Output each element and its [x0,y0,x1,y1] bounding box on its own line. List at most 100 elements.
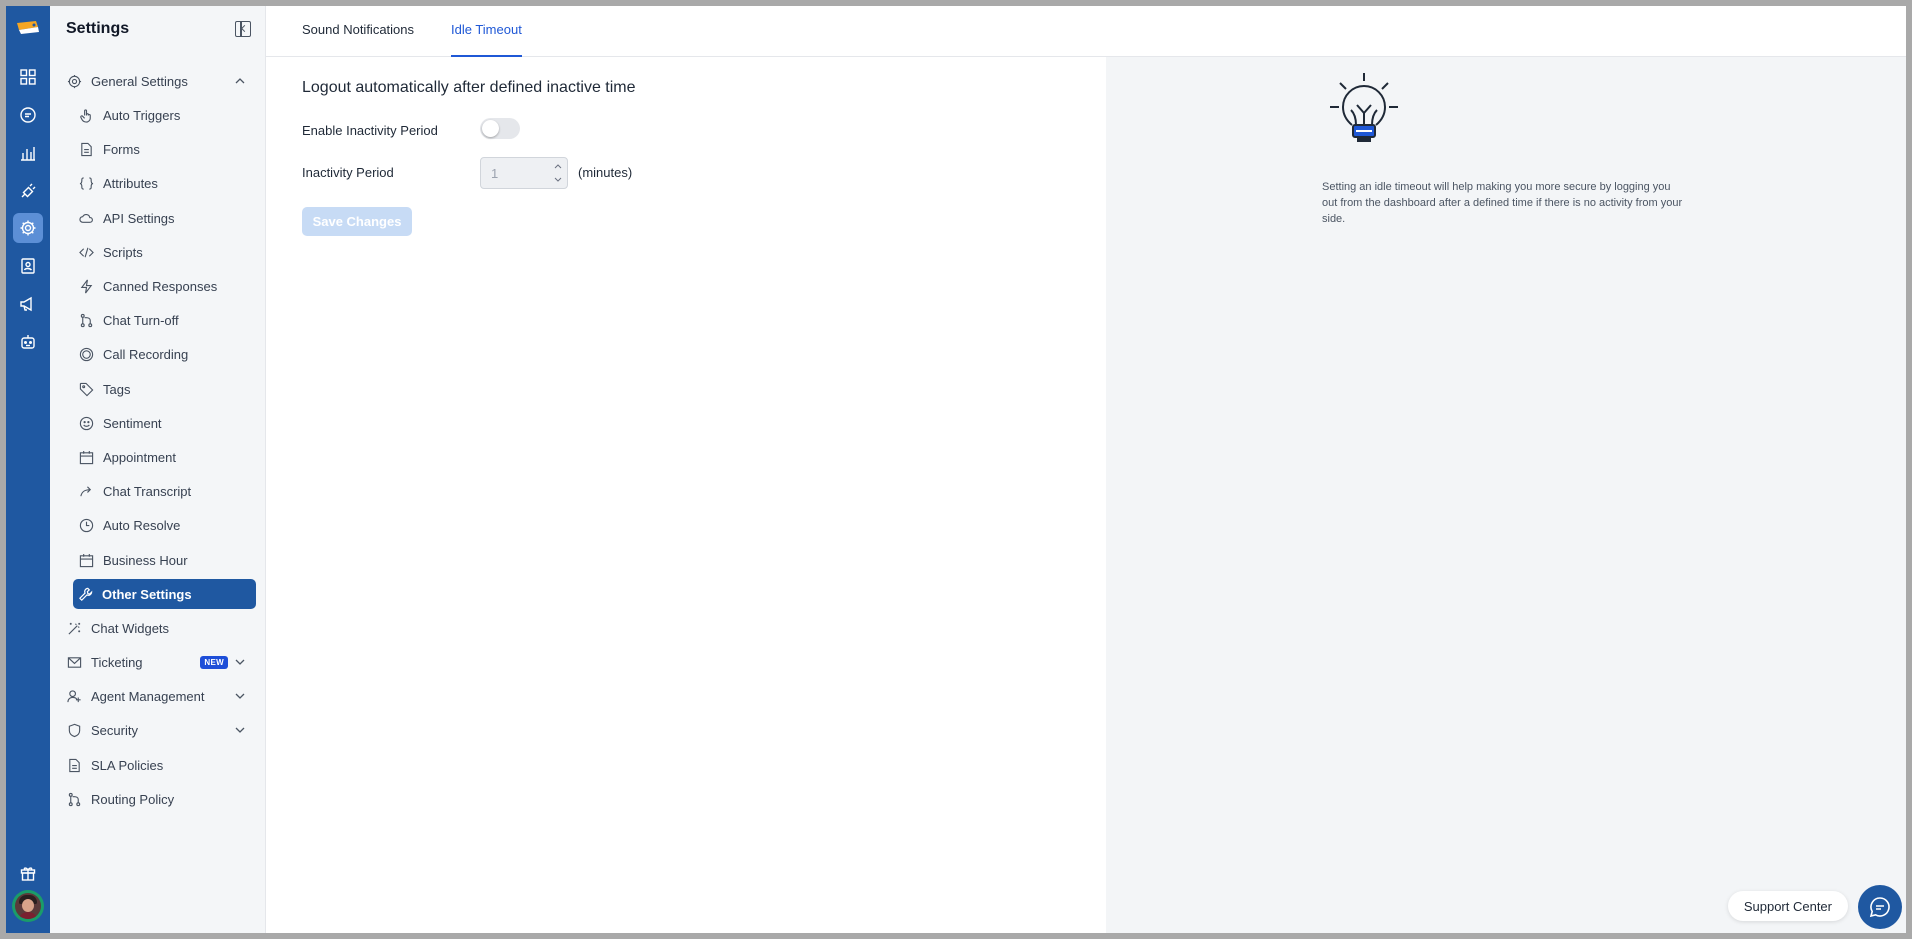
inactivity-period-value: 1 [491,166,499,181]
sidebar-item-label: Auto Triggers [103,107,181,123]
save-changes-button[interactable]: Save Changes [302,207,412,236]
sidebar-item-scripts[interactable]: Scripts [74,237,256,267]
sidebar-item-sla-policies[interactable]: SLA Policies [62,750,256,780]
share-arrow-icon [78,483,94,499]
gear-icon [66,73,82,89]
sidebar-item-general-settings[interactable]: General Settings [62,66,256,96]
sidebar-item-auto-resolve[interactable]: Auto Resolve [74,510,256,540]
sidebar-item-auto-triggers[interactable]: Auto Triggers [74,100,256,130]
sidebar-item-label: Call Recording [103,346,189,362]
bot-icon[interactable] [13,327,43,357]
campaign-megaphone-icon[interactable] [13,289,43,319]
sidebar-item-label: Security [91,722,138,738]
gift-icon[interactable] [13,858,43,888]
smile-icon [78,415,94,431]
tab-idle-timeout[interactable]: Idle Timeout [451,22,522,57]
sidebar-item-label: Other Settings [102,586,192,602]
code-icon [78,244,94,260]
collapse-sidebar-icon[interactable] [235,21,251,37]
magic-wand-icon [66,620,82,636]
document-icon [78,141,94,157]
integrations-plug-icon[interactable] [13,176,43,206]
sidebar-item-label: Auto Resolve [103,517,181,533]
settings-gear-icon[interactable] [13,213,43,243]
sidebar-item-other-settings[interactable]: Other Settings [73,579,256,609]
sidebar-item-api-settings[interactable]: API Settings [74,203,256,233]
shield-icon [66,722,82,738]
sidebar-item-call-recording[interactable]: Call Recording [74,339,256,369]
sidebar-item-label: Attributes [103,175,158,191]
lightbulb-icon [1330,73,1398,142]
info-panel: Setting an idle timeout will help making… [1106,57,1906,933]
chat-icon[interactable] [13,100,43,130]
inactivity-period-label: Inactivity Period [302,165,394,180]
brand-logo[interactable] [14,19,42,37]
sidebar-item-label: Sentiment [103,415,162,431]
calendar-icon [78,552,94,568]
calendar-icon [78,449,94,465]
sidebar-item-agent-management[interactable]: Agent Management [62,681,256,711]
sidebar-header: Settings [50,6,265,52]
sidebar-item-chat-transcript[interactable]: Chat Transcript [74,476,256,506]
settings-sidebar: Settings General Settings Auto Triggers … [50,6,266,933]
sidebar-item-security[interactable]: Security [62,715,256,745]
wrench-icon [77,586,93,602]
sidebar-item-label: Routing Policy [91,791,175,807]
braces-icon [78,175,94,191]
tab-bar: Sound Notifications Idle Timeout [266,6,1906,57]
inactivity-period-unit: (minutes) [578,165,633,180]
reports-icon[interactable] [13,138,43,168]
sidebar-item-label: General Settings [91,73,188,89]
hand-pointer-icon [78,107,94,123]
enable-inactivity-toggle[interactable] [480,118,520,139]
chevron-up-icon [235,78,245,84]
sidebar-item-label: Chat Widgets [91,620,170,636]
sidebar-item-sentiment[interactable]: Sentiment [74,408,256,438]
envelope-icon [66,654,82,670]
user-plus-icon [66,688,82,704]
sidebar-item-appointment[interactable]: Appointment [74,442,256,472]
sidebar-item-tags[interactable]: Tags [74,374,256,404]
page-title: Logout automatically after defined inact… [302,79,636,96]
chat-bubble-icon [1869,897,1890,918]
sidebar-item-label: Forms [103,141,140,157]
sidebar-item-forms[interactable]: Forms [74,134,256,164]
sidebar-title: Settings [66,20,130,37]
sidebar-item-routing-policy[interactable]: Routing Policy [62,784,256,814]
sidebar-item-chat-turn-off[interactable]: Chat Turn-off [74,305,256,335]
idle-timeout-form: Logout automatically after defined inact… [266,57,1106,933]
branch-icon [66,791,82,807]
idle-timeout-description: Setting an idle timeout will help making… [1322,181,1683,225]
inactivity-period-input[interactable]: 1 [480,157,568,189]
tag-icon [78,381,94,397]
sidebar-item-label: Ticketing [91,654,143,670]
sidebar-item-label: API Settings [103,210,175,226]
chat-launcher-button[interactable] [1858,885,1902,929]
chevron-down-icon [235,693,245,699]
new-badge: NEW [200,656,228,669]
sidebar-item-label: Scripts [103,244,143,260]
sidebar-item-ticketing[interactable]: Ticketing NEW [62,647,256,677]
support-center-button[interactable]: Support Center [1727,891,1848,921]
sidebar-item-business-hour[interactable]: Business Hour [74,545,256,575]
tab-sound-notifications[interactable]: Sound Notifications [302,22,414,57]
user-avatar[interactable] [12,890,44,922]
cloud-icon [78,210,94,226]
sidebar-item-canned-responses[interactable]: Canned Responses [74,271,256,301]
clock-icon [78,517,94,533]
document-icon [66,757,82,773]
dashboard-icon[interactable] [13,62,43,92]
app-window: Settings General Settings Auto Triggers … [6,6,1906,933]
chevron-down-icon [235,659,245,665]
sidebar-item-label: Chat Turn-off [103,312,179,328]
record-icon [78,346,94,362]
toggle-knob [482,120,499,137]
sidebar-item-chat-widgets[interactable]: Chat Widgets [62,613,256,643]
app-rail [6,6,50,933]
contacts-icon[interactable] [13,251,43,281]
lightning-icon [78,278,94,294]
branch-icon [78,312,94,328]
sidebar-item-label: Canned Responses [103,278,218,294]
sidebar-item-attributes[interactable]: Attributes [74,168,256,198]
stepper-icon[interactable] [553,161,563,185]
